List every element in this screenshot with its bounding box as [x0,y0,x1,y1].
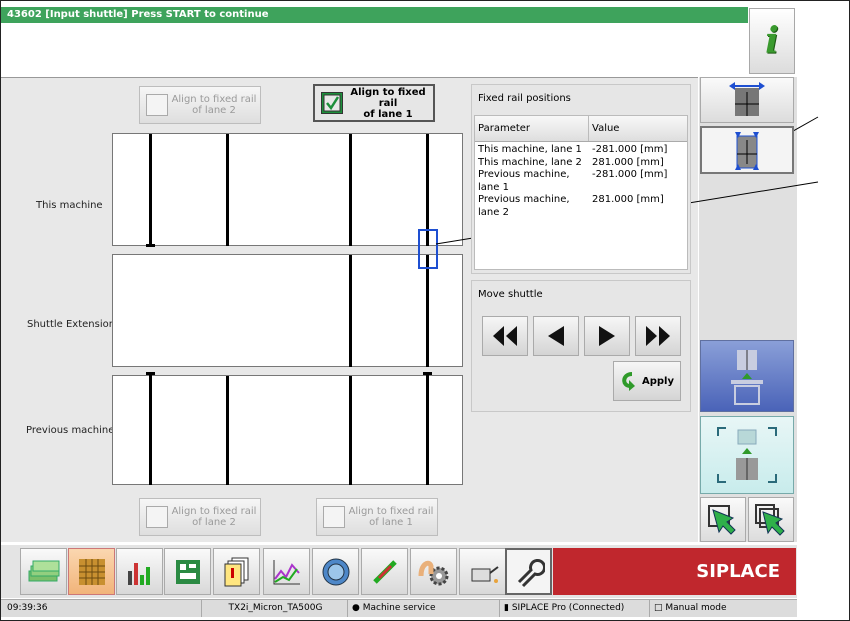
fast-right-button[interactable] [635,316,681,356]
align-label-line1: Align to fixed rail [348,506,434,517]
table-row[interactable]: Previous machine, lane 2 281.000 [mm] [475,194,687,219]
fixed-rail-title: Fixed rail positions [478,93,571,104]
status-manual-text: Manual mode [665,603,727,613]
green-arrow-down-icon [708,504,736,535]
shuttle-out-icon [717,427,777,483]
row-param: This machine, lane 2 [478,156,582,168]
wrench-icon [517,558,545,587]
siplace-logo: SIPLACE [553,548,796,595]
row-value: 281.000 [mm] [592,194,664,205]
col-parameter[interactable]: Parameter [475,116,589,141]
fixed-rail-table[interactable]: Parameter Value This machine, lane 1 -281… [474,115,688,270]
taskbar-button-4[interactable] [164,548,211,595]
fast-left-button[interactable] [482,316,528,356]
taskbar-button-8[interactable] [361,548,408,595]
taskbar-button-2[interactable] [68,548,115,595]
taskbar-button-7[interactable] [312,548,359,595]
table-row[interactable]: Previous machine, lane 1 -281.000 [mm] [475,169,687,194]
status-connection: ▮ SIPLACE Pro (Connected) [499,600,647,617]
arrow-left-icon [548,326,564,346]
status-time: 09:39:36 [7,603,48,613]
ruler-wide-icon [729,82,765,116]
taskbar-button-6[interactable] [263,548,310,595]
green-arrow-down-double-icon [755,503,785,536]
row-value: -281.000 [mm] [592,144,668,155]
table-header: Parameter Value [475,116,687,142]
row-param: Previous machine, lane 1 [478,169,570,193]
taskbar-button-11[interactable] [505,548,552,595]
step-right-button[interactable] [584,316,630,356]
status-service-text: Machine service [362,603,436,613]
apply-arrow-icon [622,372,635,391]
person-icon: ● [352,603,360,613]
documents-icon [224,557,248,586]
oil-can-icon [471,565,499,583]
status-bar: 09:39:36 TX2i_Micron_TA500G ● Machine se… [1,599,797,617]
align-bottom-lane1-button[interactable]: Align to fixed rail of lane 1 [316,498,438,536]
taskbar-button-1[interactable] [20,548,67,595]
camera-lens-icon [322,558,349,585]
board-layout-icon [175,559,200,584]
money-stack-icon [28,560,59,581]
row-param: This machine, lane 1 [478,144,582,155]
view-narrow-button[interactable] [700,126,794,174]
shuttle-in-button[interactable] [700,340,794,412]
move-shuttle-title: Move shuttle [478,289,543,300]
taskbar-button-5[interactable] [213,548,260,595]
trend-chart-icon [273,559,300,584]
step-left-button[interactable] [533,316,579,356]
table-body: This machine, lane 1 -281.000 [mm] This m… [475,142,687,219]
status-service: ● Machine service [347,600,497,617]
shuttle-in-icon [731,350,763,405]
grid-layout-icon [78,558,105,585]
step-down-double-button[interactable] [748,497,794,542]
align-label-line2: of lane 1 [369,517,413,528]
align-bottom-lane2-button[interactable]: Align to fixed rail of lane 2 [139,498,261,536]
bar-chart-icon [127,562,150,585]
view-wide-button[interactable] [700,77,794,123]
checkbox [146,506,168,528]
arrow-right-icon [599,326,615,346]
apply-button[interactable]: Apply [613,361,681,401]
align-label-line1: Align to fixed rail [171,506,257,517]
col-value[interactable]: Value [589,116,687,141]
apply-label: Apply [641,375,674,387]
taskbar-button-10[interactable] [459,548,506,595]
taskbar-button-3[interactable] [116,548,163,595]
checkbox [323,506,345,528]
status-machine: TX2i_Micron_TA500G [201,600,345,617]
gear-hand-icon [418,560,448,585]
ruler-narrow-icon [735,132,759,170]
server-icon: ▮ [504,603,509,613]
table-row[interactable]: This machine, lane 1 -281.000 [mm] [475,144,687,157]
taskbar-button-9[interactable] [410,548,457,595]
double-left-icon [493,326,517,346]
tools-icon [372,559,397,584]
row-param: Previous machine, lane 2 [478,194,570,218]
align-label-line2: of lane 2 [192,517,236,528]
double-right-icon [646,326,670,346]
status-connection-text: SIPLACE Pro (Connected) [511,603,625,613]
shuttle-out-button[interactable] [700,416,794,494]
row-value: 281.000 [mm] [592,156,664,168]
step-down-button[interactable] [700,497,746,542]
table-row[interactable]: This machine, lane 2 281.000 [mm] [475,157,687,170]
status-manual: □ Manual mode [649,600,795,617]
manual-mode-icon: □ [654,603,663,613]
row-value: -281.000 [mm] [592,169,668,180]
